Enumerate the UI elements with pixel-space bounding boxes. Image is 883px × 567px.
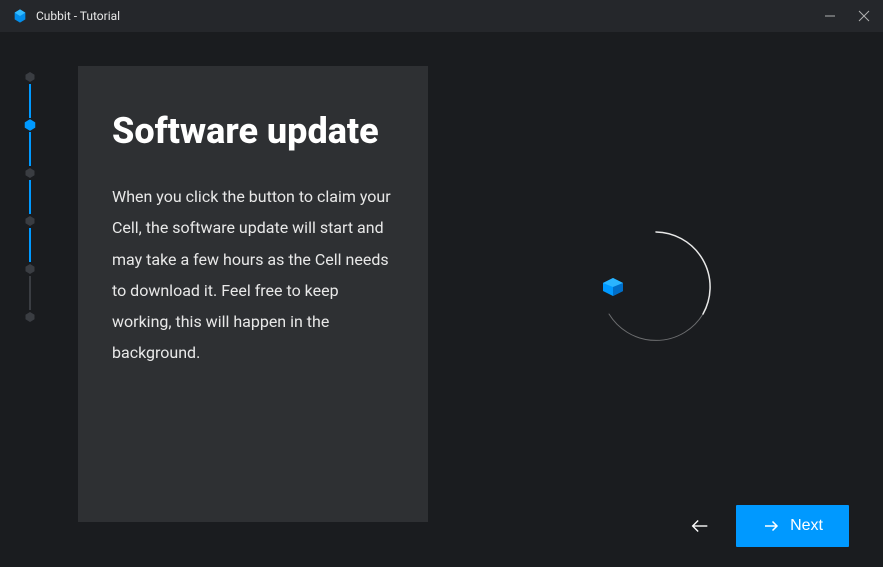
hexagon-icon bbox=[23, 310, 37, 324]
step-connector bbox=[29, 132, 31, 166]
window-controls bbox=[823, 9, 871, 23]
step-connector bbox=[29, 84, 31, 118]
hexagon-icon bbox=[23, 262, 37, 276]
loading-spinner-icon bbox=[591, 222, 721, 352]
step-connector bbox=[29, 180, 31, 214]
hexagon-icon bbox=[23, 214, 37, 228]
footer-nav: Next bbox=[682, 505, 849, 547]
stepper bbox=[0, 32, 60, 567]
step-node-0[interactable] bbox=[23, 70, 37, 84]
step-node-2[interactable] bbox=[23, 166, 37, 180]
illustration-area bbox=[428, 66, 883, 567]
hexagon-icon bbox=[23, 166, 37, 180]
next-button-label: Next bbox=[790, 517, 823, 535]
arrow-left-icon bbox=[689, 515, 711, 537]
back-button[interactable] bbox=[682, 508, 718, 544]
content-area: Software update When you click the butto… bbox=[60, 32, 883, 567]
hexagon-icon bbox=[23, 118, 37, 132]
hexagon-icon bbox=[23, 70, 37, 84]
panel-body: When you click the button to claim your … bbox=[112, 181, 394, 368]
step-connector bbox=[29, 228, 31, 262]
window-title: Cubbit - Tutorial bbox=[36, 9, 120, 23]
app-logo-icon bbox=[12, 8, 28, 24]
titlebar-left: Cubbit - Tutorial bbox=[12, 8, 120, 24]
step-node-1[interactable] bbox=[23, 118, 37, 132]
main-content: Software update When you click the butto… bbox=[0, 32, 883, 567]
text-panel: Software update When you click the butto… bbox=[78, 66, 428, 522]
next-button[interactable]: Next bbox=[736, 505, 849, 547]
titlebar: Cubbit - Tutorial bbox=[0, 0, 883, 32]
step-node-4[interactable] bbox=[23, 262, 37, 276]
arrow-right-icon bbox=[762, 517, 780, 535]
close-button[interactable] bbox=[857, 9, 871, 23]
step-connector bbox=[29, 276, 31, 310]
minimize-button[interactable] bbox=[823, 9, 837, 23]
panel-title: Software update bbox=[112, 110, 394, 153]
step-node-5[interactable] bbox=[23, 310, 37, 324]
step-node-3[interactable] bbox=[23, 214, 37, 228]
